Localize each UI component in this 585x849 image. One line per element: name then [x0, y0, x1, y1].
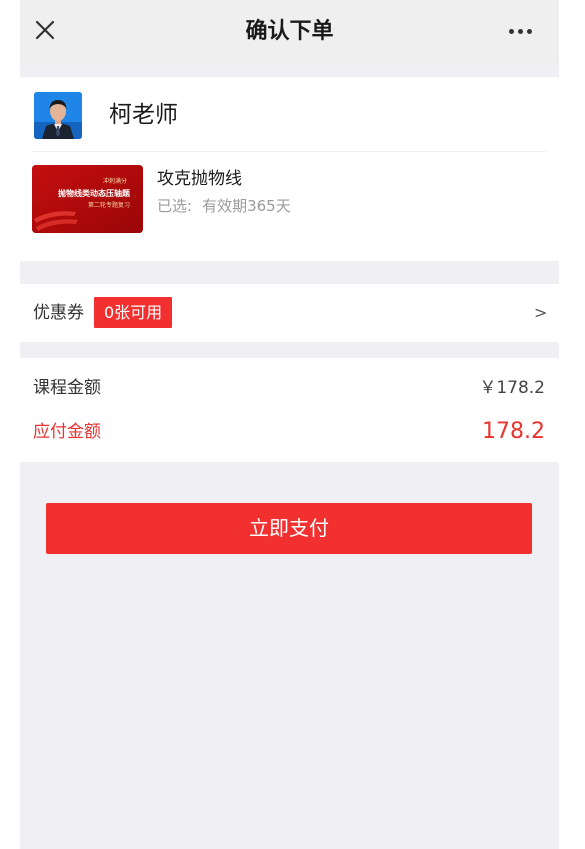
divider: [32, 151, 546, 152]
course-selected-option: 已选: 有效期365天: [157, 194, 291, 218]
thumb-line3: 第二轮专题复习: [88, 201, 130, 209]
top-nav-bar: 确认下单: [20, 0, 559, 63]
thumb-line2: 抛物线类动态压轴题: [58, 188, 131, 198]
course-amount-label: 课程金额: [33, 378, 101, 398]
coupon-label: 优惠券: [33, 303, 84, 323]
close-icon[interactable]: [34, 19, 56, 41]
course-title: 攻克抛物线: [157, 169, 242, 189]
payable-amount-value: 178.2: [482, 419, 545, 444]
course-thumbnail[interactable]: 冲刺满分 抛物线类动态压轴题 第二轮专题复习: [32, 165, 143, 233]
amount-summary: 课程金额 ￥178.2 应付金额 178.2: [20, 358, 559, 462]
coupon-count-badge: 0张可用: [94, 297, 173, 328]
thumb-line1: 冲刺满分: [103, 177, 127, 185]
selected-value: 有效期365天: [202, 197, 291, 215]
coupon-row[interactable]: 优惠券 0张可用 >: [20, 284, 559, 342]
more-dots-icon[interactable]: [506, 22, 536, 40]
course-amount-value: ￥178.2: [479, 378, 545, 398]
payable-amount-label: 应付金额: [33, 422, 101, 442]
chevron-right-icon: >: [534, 303, 548, 322]
selected-label: 已选:: [157, 197, 193, 215]
teacher-name: 柯老师: [109, 102, 178, 128]
pay-now-button[interactable]: 立即支付: [46, 503, 532, 554]
course-card: 柯老师 冲刺满分 抛物线类动态压轴题 第二轮专题复习 攻克抛物线 已选: 有效期3…: [20, 77, 559, 261]
teacher-avatar: [34, 92, 82, 139]
order-confirm-page: 确认下单 柯老师 冲刺满分 抛物线类动态压轴题 第二轮专题复习 攻克抛物线 已选…: [20, 0, 559, 849]
page-title: 确认下单: [245, 19, 334, 44]
